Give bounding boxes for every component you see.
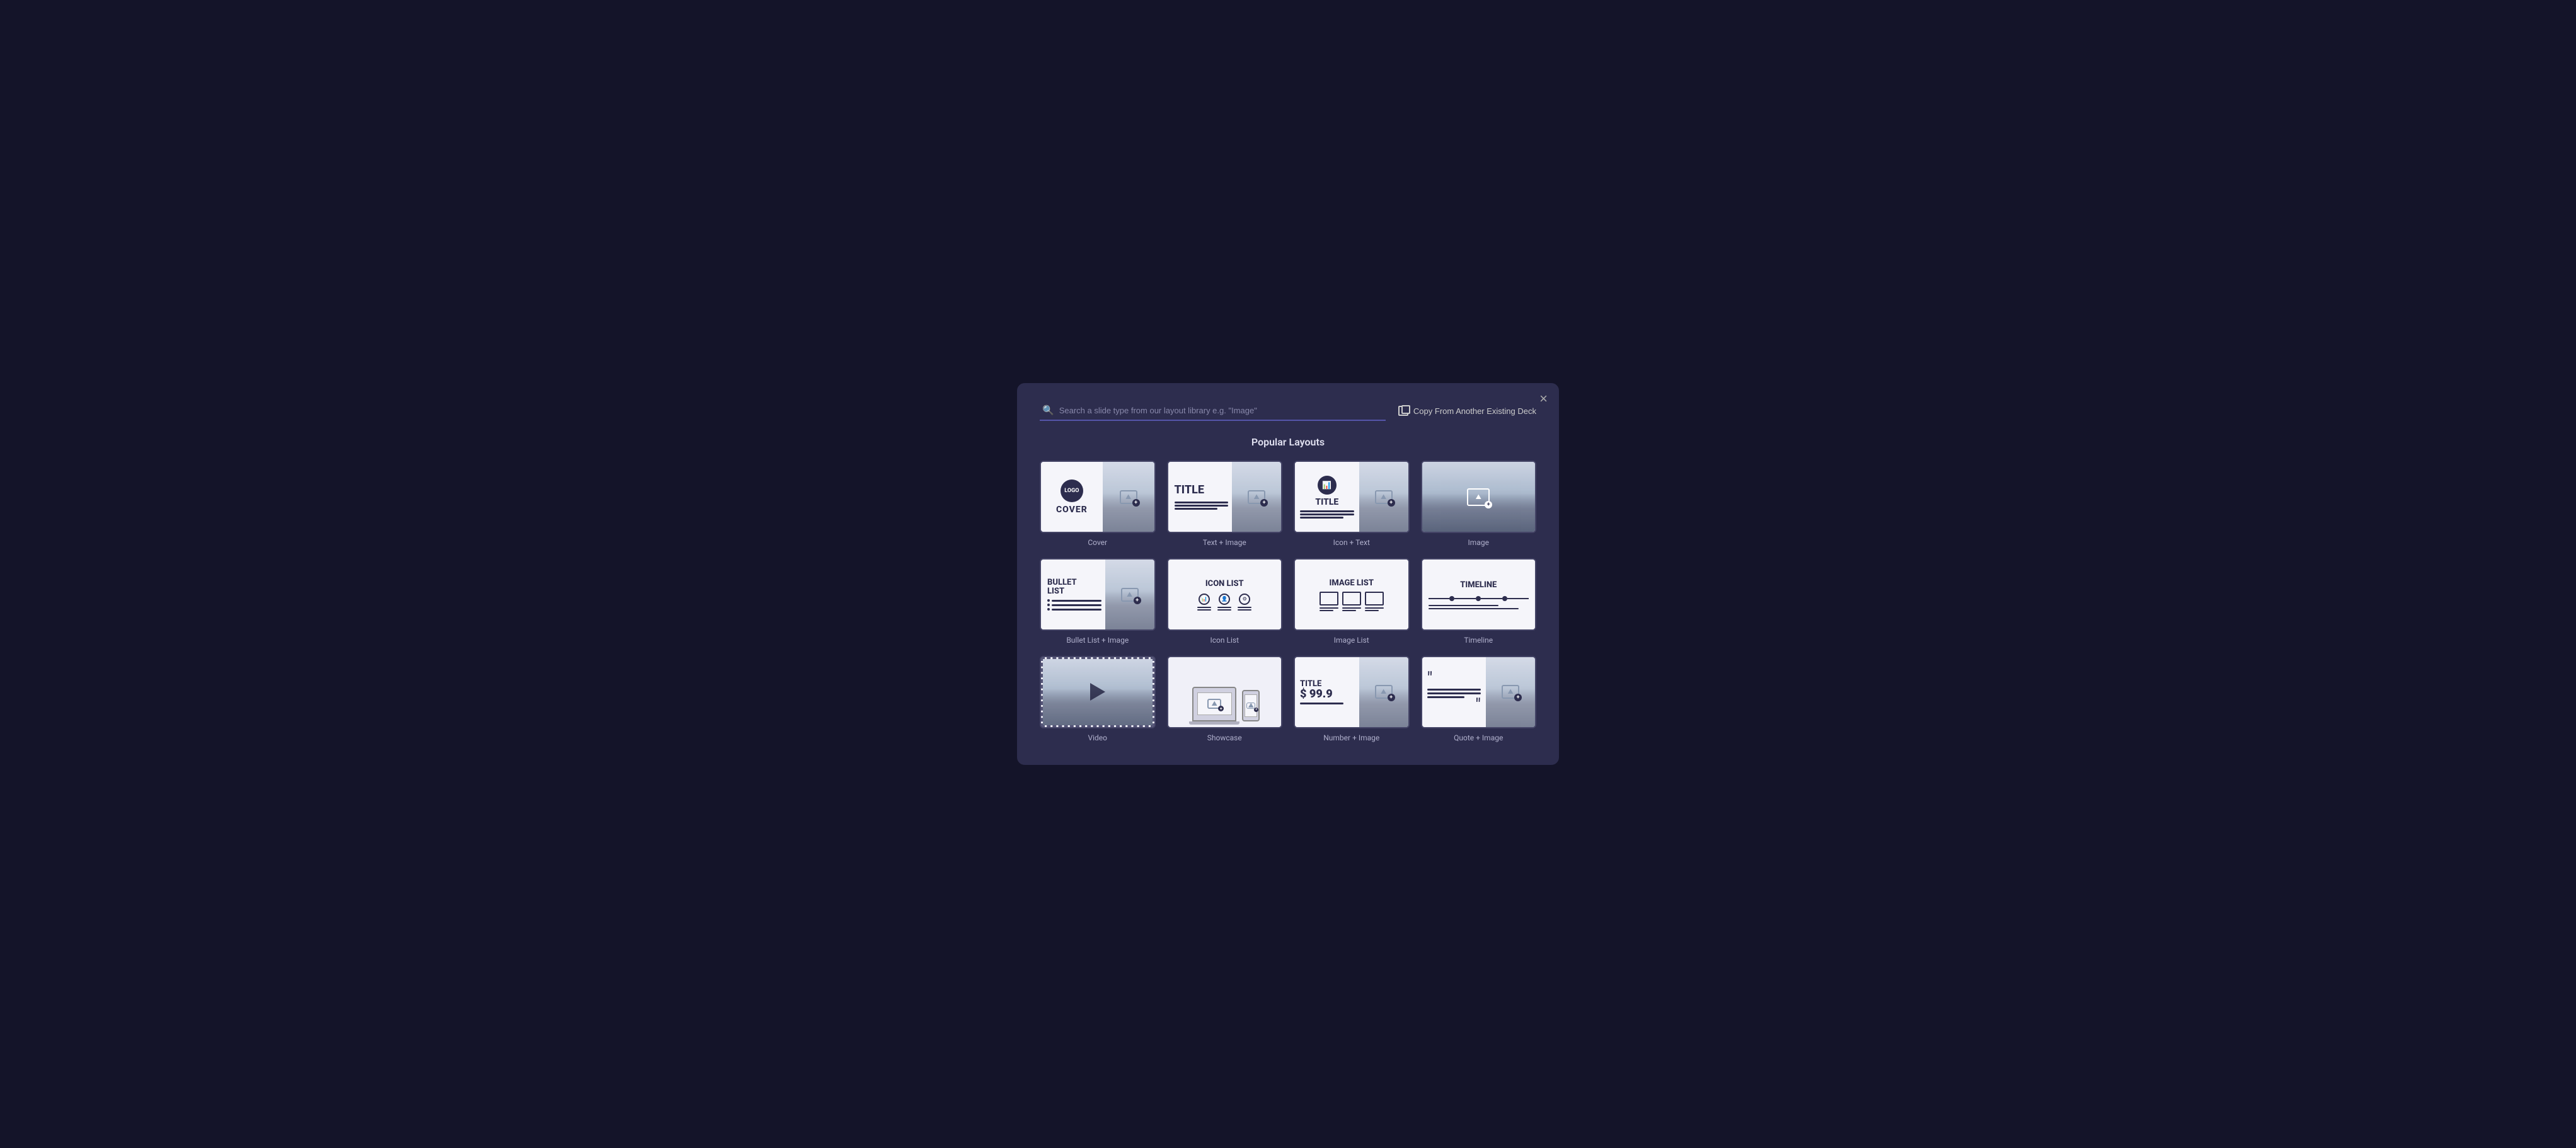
- close-button[interactable]: ×: [1539, 392, 1548, 406]
- layout-label-image-list: Image List: [1334, 636, 1369, 645]
- layout-thumb-timeline: TIMELINE: [1421, 558, 1537, 631]
- layout-thumb-quote-image: " ": [1421, 656, 1537, 728]
- layout-thumb-video: [1040, 656, 1156, 728]
- copy-icon: [1398, 406, 1408, 416]
- image-placeholder-icon: +: [1121, 588, 1139, 602]
- layout-item-image[interactable]: + Image: [1421, 461, 1537, 547]
- layout-item-image-list[interactable]: IMAGE LIST: [1294, 558, 1410, 645]
- image-list-img: [1320, 592, 1338, 606]
- layout-thumb-image: +: [1421, 461, 1537, 533]
- layout-item-bullet-list[interactable]: BULLETLIST: [1040, 558, 1156, 645]
- layout-item-icon-list[interactable]: ICON LIST 📊 👤: [1167, 558, 1283, 645]
- modal-overlay: × 🔍 Copy From Another Existing Deck Popu…: [0, 0, 2576, 1148]
- layout-label-icon-text: Icon + Text: [1333, 538, 1370, 547]
- layout-picker-modal: × 🔍 Copy From Another Existing Deck Popu…: [1017, 383, 1559, 764]
- image-placeholder-icon: +: [1502, 685, 1519, 699]
- layout-item-text-image[interactable]: TITLE: [1167, 461, 1283, 547]
- image-placeholder-icon: +: [1375, 490, 1393, 504]
- search-input[interactable]: [1059, 406, 1383, 415]
- layout-label-showcase: Showcase: [1207, 733, 1242, 742]
- layout-thumb-showcase: + +: [1167, 656, 1283, 728]
- image-placeholder-icon: +: [1375, 685, 1393, 699]
- image-list-img: [1342, 592, 1361, 606]
- layout-label-video: Video: [1088, 733, 1107, 742]
- layout-label-cover: Cover: [1088, 538, 1107, 547]
- phone-icon: +: [1242, 690, 1260, 721]
- copy-from-deck-button[interactable]: Copy From Another Existing Deck: [1398, 406, 1536, 416]
- layout-label-icon-list: Icon List: [1210, 636, 1239, 645]
- layout-label-quote-image: Quote + Image: [1454, 733, 1503, 742]
- layout-thumb-bullet-list: BULLETLIST: [1040, 558, 1156, 631]
- layout-thumb-icon-list: ICON LIST 📊 👤: [1167, 558, 1283, 631]
- layout-item-timeline[interactable]: TIMELINE: [1421, 558, 1537, 645]
- layout-label-text-image: Text + Image: [1203, 538, 1246, 547]
- play-icon: [1088, 682, 1108, 702]
- section-title: Popular Layouts: [1040, 436, 1536, 448]
- layout-label-image: Image: [1468, 538, 1489, 547]
- layout-label-timeline: Timeline: [1464, 636, 1493, 645]
- layout-label-number-image: Number + Image: [1323, 733, 1379, 742]
- layout-thumb-image-list: IMAGE LIST: [1294, 558, 1410, 631]
- icon-list-icon: 👤: [1219, 594, 1230, 605]
- layout-item-cover[interactable]: LOGO COVER +: [1040, 461, 1156, 547]
- layout-thumb-cover: LOGO COVER +: [1040, 461, 1156, 533]
- layout-thumb-number-image: TITLE $ 99.9 +: [1294, 656, 1410, 728]
- layout-item-quote-image[interactable]: " ": [1421, 656, 1537, 742]
- icon-circle: 📊: [1318, 476, 1337, 495]
- icon-list-icon: 📊: [1199, 594, 1210, 605]
- image-placeholder-icon: +: [1467, 488, 1490, 506]
- laptop-icon: +: [1192, 687, 1236, 721]
- layout-thumb-text-image: TITLE: [1167, 461, 1283, 533]
- search-box: 🔍: [1040, 401, 1386, 421]
- layout-label-bullet-list: Bullet List + Image: [1066, 636, 1129, 645]
- layouts-grid: LOGO COVER +: [1040, 461, 1536, 742]
- layout-item-number-image[interactable]: TITLE $ 99.9 +: [1294, 656, 1410, 742]
- logo-circle: LOGO: [1061, 479, 1083, 502]
- layout-thumb-icon-text: 📊 TITLE: [1294, 461, 1410, 533]
- image-placeholder-icon: +: [1248, 490, 1265, 504]
- layout-item-showcase[interactable]: + +: [1167, 656, 1283, 742]
- icon-list-icon: ⚙: [1239, 594, 1250, 605]
- image-placeholder-icon: +: [1120, 490, 1137, 504]
- search-icon: 🔍: [1042, 405, 1054, 416]
- layout-item-icon-text[interactable]: 📊 TITLE: [1294, 461, 1410, 547]
- image-list-img: [1365, 592, 1384, 606]
- layout-item-video[interactable]: Video: [1040, 656, 1156, 742]
- search-row: 🔍 Copy From Another Existing Deck: [1040, 401, 1536, 421]
